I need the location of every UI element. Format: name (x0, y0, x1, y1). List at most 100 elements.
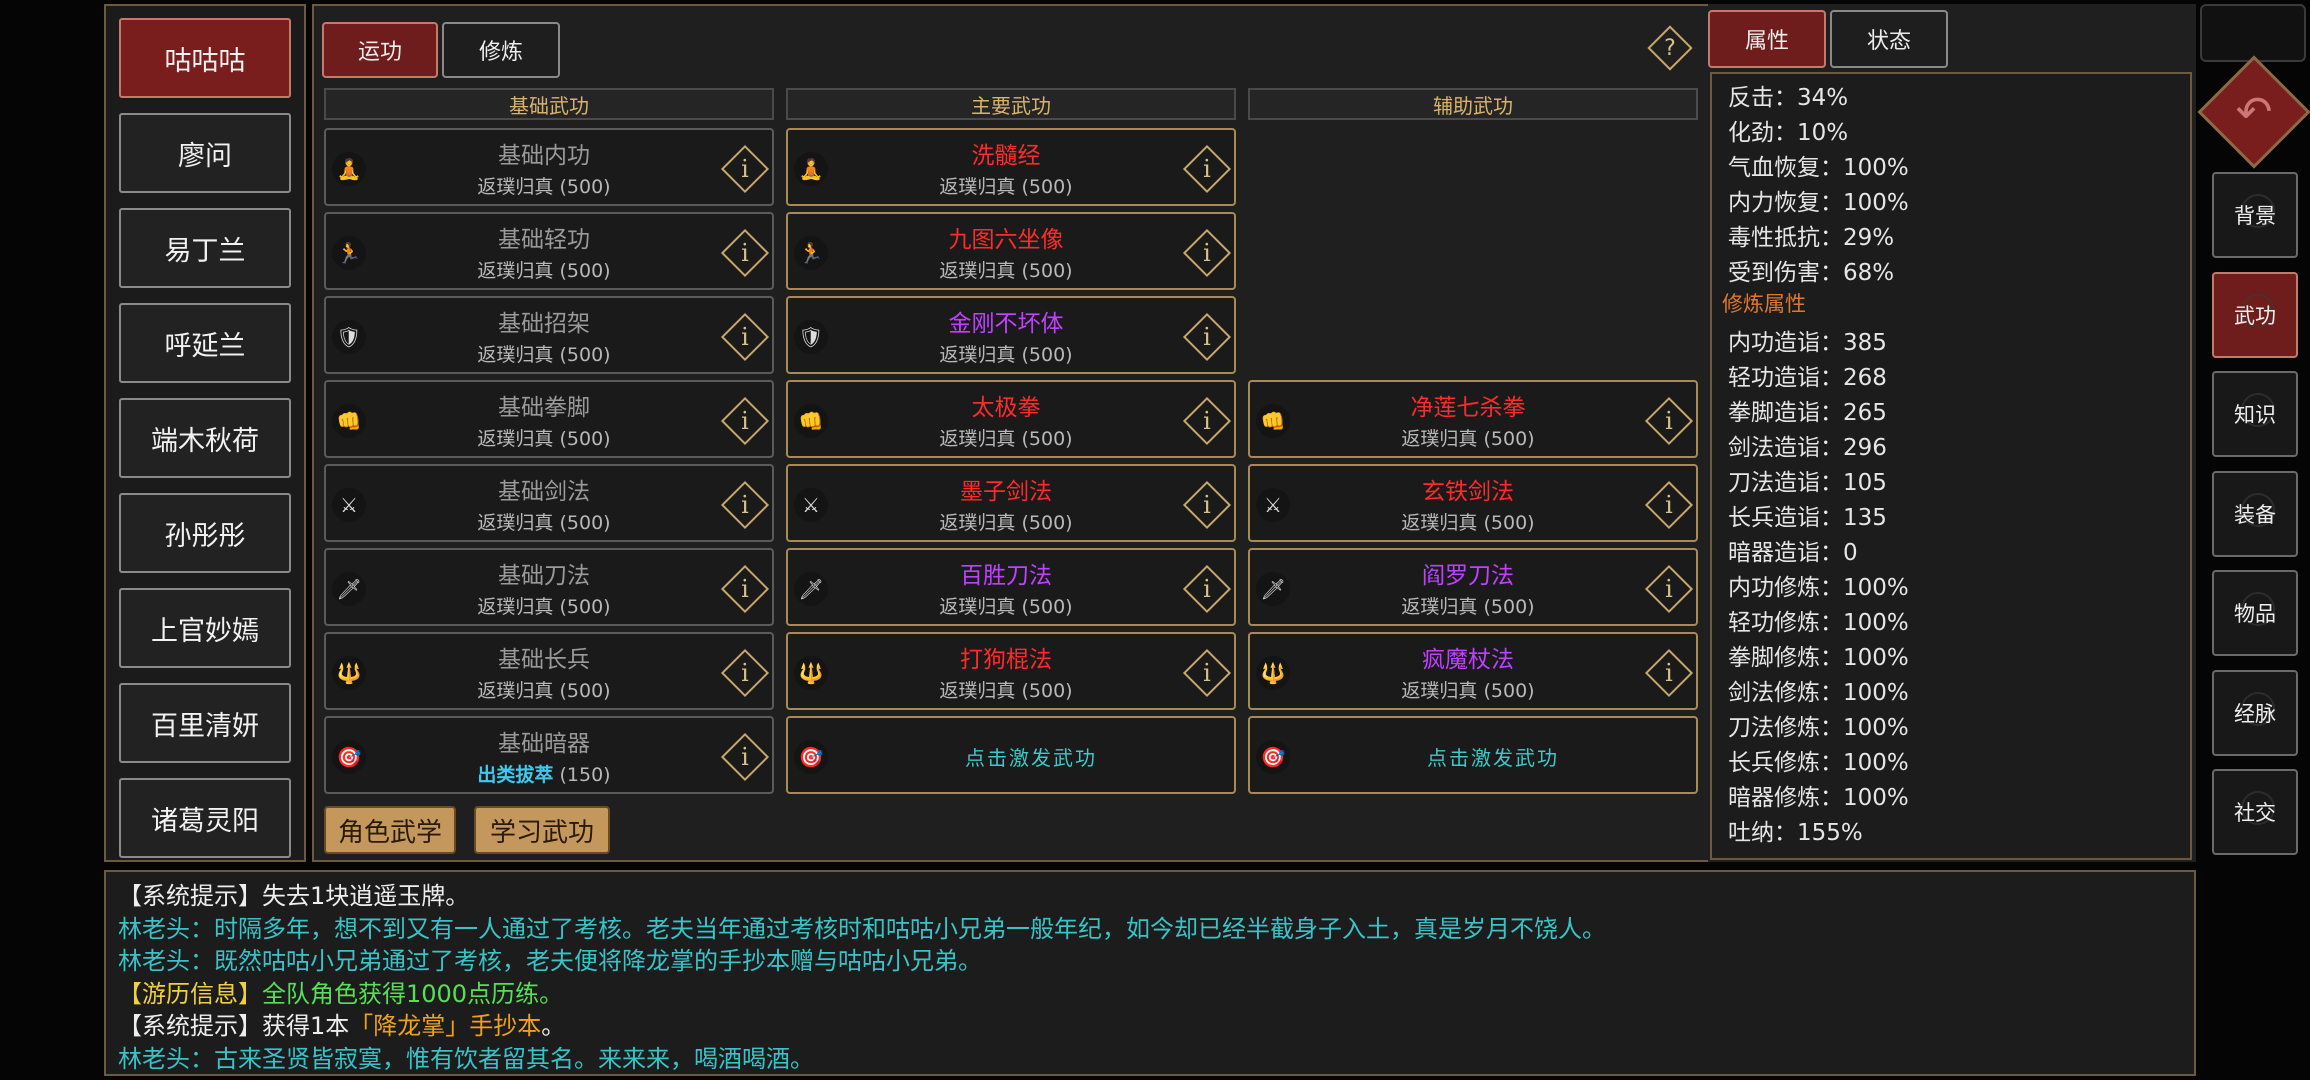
skill-name: 九图六坐像 (948, 227, 1064, 253)
info-button[interactable]: i (1182, 648, 1232, 698)
nav-label: 武功 (2234, 303, 2276, 328)
skill-level: 返璞归真 (500) (939, 596, 1073, 618)
log-line: 【系统提示】获得1本「降龙掌」手抄本。 (118, 1012, 566, 1040)
skill-icon: 👊 (1256, 404, 1290, 438)
character-tab[interactable]: 呼延兰 (119, 303, 291, 383)
log-line: 【游历信息】全队角色获得1000点历练。 (118, 979, 564, 1008)
skill-level: 返璞归真 (500) (477, 176, 611, 198)
skill-card[interactable]: ⚔ 墨子剑法 返璞归真 (500) i (786, 464, 1236, 542)
skill-icon: 🛡 (332, 320, 366, 354)
info-button[interactable]: i (1182, 396, 1232, 446)
character-tab[interactable]: 孙彤彤 (119, 493, 291, 573)
skill-name: 基础暗器 (498, 731, 590, 757)
info-icon: i (1203, 491, 1211, 519)
help-button[interactable]: ? (1647, 25, 1693, 71)
attribute-line: 拳脚修炼：100% (1728, 645, 1909, 671)
info-button[interactable]: i (1644, 648, 1694, 698)
nav-label: 社交 (2234, 801, 2276, 825)
info-button[interactable]: i (720, 564, 770, 614)
info-button[interactable]: i (720, 312, 770, 362)
skill-icon: 🗡 (332, 572, 366, 606)
skill-level: 返璞归真 (500) (477, 260, 611, 282)
attribute-line: 轻功造诣：268 (1728, 365, 1887, 391)
skill-icon: 🔱 (1256, 656, 1290, 690)
skill-card[interactable]: 🎯 点击激发武功 (786, 716, 1236, 794)
back-button[interactable]: ↶ (2197, 55, 2310, 169)
skill-card[interactable]: 🔱 基础长兵 返璞归真 (500) i (324, 632, 774, 710)
attribute-list[interactable]: 反击：34% 化劲：10% 气血恢复：100% 内力恢复：100% 毒性抵抗：29% 受到… (1710, 72, 2192, 860)
skill-card[interactable]: 🧘 基础内功 返璞归真 (500) i (324, 128, 774, 206)
character-tab[interactable]: 上官妙嫣 (119, 588, 291, 668)
skill-icon: 🗡 (794, 572, 828, 606)
skill-card[interactable]: ⚔ 基础剑法 返璞归真 (500) i (324, 464, 774, 542)
skill-card[interactable]: 🏃 九图六坐像 返璞归真 (500) i (786, 212, 1236, 290)
attribute-line: 长兵修炼：100% (1728, 750, 1909, 776)
skill-card[interactable]: 🔱 打狗棍法 返璞归真 (500) i (786, 632, 1236, 710)
info-button[interactable]: i (1182, 228, 1232, 278)
skill-card[interactable]: 👊 太极拳 返璞归真 (500) i (786, 380, 1236, 458)
skill-card[interactable]: 🧘 洗髓经 返璞归真 (500) i (786, 128, 1236, 206)
info-button[interactable]: i (1182, 480, 1232, 530)
info-button[interactable]: i (1182, 144, 1232, 194)
skill-name: 打狗棍法 (960, 647, 1052, 673)
character-tab[interactable]: 端木秋荷 (119, 398, 291, 478)
skill-card[interactable]: 🔱 疯魔杖法 返璞归真 (500) i (1248, 632, 1698, 710)
skill-card[interactable]: 👊 净莲七杀拳 返璞归真 (500) i (1248, 380, 1698, 458)
tab-yungong[interactable]: 运功 (322, 22, 438, 78)
skill-icon: 🏃 (332, 236, 366, 270)
info-button[interactable]: i (720, 480, 770, 530)
column-header-aux: 辅助武功 (1248, 88, 1698, 120)
learn-martial-button[interactable]: 学习武功 (474, 806, 610, 854)
character-tab[interactable]: 百里清妍 (119, 683, 291, 763)
info-button[interactable]: i (1182, 312, 1232, 362)
skill-card[interactable]: 🗡 阎罗刀法 返璞归真 (500) i (1248, 548, 1698, 626)
tab-xiulian[interactable]: 修炼 (442, 22, 560, 78)
info-button[interactable]: i (720, 648, 770, 698)
tab-attributes[interactable]: 属性 (1708, 10, 1826, 68)
nav-button[interactable]: 知识 (2212, 371, 2298, 457)
character-tab[interactable]: 咕咕咕 (119, 18, 291, 98)
skill-level: 返璞归真 (500) (939, 176, 1073, 198)
skill-card[interactable]: 🎯 基础暗器 出类拔萃 (150) i (324, 716, 774, 794)
nav-button[interactable]: 装备 (2212, 470, 2298, 557)
skill-card[interactable]: 🛡 基础招架 返璞归真 (500) i (324, 296, 774, 374)
skill-card[interactable]: 🗡 百胜刀法 返璞归真 (500) i (786, 548, 1236, 626)
info-button[interactable]: i (1644, 564, 1694, 614)
skill-card[interactable]: 🎯 点击激发武功 (1248, 716, 1698, 794)
info-icon: i (741, 743, 749, 771)
nav-button[interactable]: 武功 (2212, 271, 2298, 358)
attribute-line: 刀法修炼：100% (1728, 715, 1909, 741)
tab-status[interactable]: 状态 (1830, 10, 1948, 68)
skill-icon: 🏃 (794, 236, 828, 270)
info-button[interactable]: i (720, 396, 770, 446)
nav-label: 物品 (2234, 602, 2276, 626)
info-button[interactable]: i (720, 228, 770, 278)
skill-card[interactable]: ⚔ 玄铁剑法 返璞归真 (500) i (1248, 464, 1698, 542)
character-tab[interactable]: 廖问 (119, 113, 291, 193)
skill-icon: 🧘 (332, 152, 366, 186)
nav-button[interactable]: 经脉 (2212, 669, 2298, 756)
character-martial-button[interactable]: 角色武学 (324, 806, 456, 854)
attribute-line: 毒性抵抗：29% (1728, 225, 1895, 251)
nav-button[interactable]: 社交 (2212, 769, 2298, 855)
skill-name: 阎罗刀法 (1422, 563, 1514, 589)
nav-button[interactable]: 背景 (2212, 172, 2298, 258)
info-button[interactable]: i (1644, 480, 1694, 530)
skill-card[interactable]: 🛡 金刚不坏体 返璞归真 (500) i (786, 296, 1236, 374)
skill-card[interactable]: 👊 基础拳脚 返璞归真 (500) i (324, 380, 774, 458)
skill-level: 返璞归真 (500) (939, 512, 1073, 534)
skill-card[interactable]: 🏃 基础轻功 返璞归真 (500) i (324, 212, 774, 290)
info-button[interactable]: i (720, 144, 770, 194)
info-button[interactable]: i (720, 732, 770, 782)
skill-card[interactable]: 🗡 基础刀法 返璞归真 (500) i (324, 548, 774, 626)
info-icon: i (741, 575, 749, 603)
character-tab[interactable]: 诸葛灵阳 (119, 778, 291, 858)
info-icon: i (1203, 239, 1211, 267)
skill-name: 太极拳 (971, 395, 1041, 421)
character-tab[interactable]: 易丁兰 (119, 208, 291, 288)
skill-icon: ⚔ (1256, 488, 1290, 522)
log-line: 林老头：既然咕咕小兄弟通过了考核，老夫便将降龙掌的手抄本赠与咕咕小兄弟。 (118, 947, 982, 975)
info-button[interactable]: i (1644, 396, 1694, 446)
info-button[interactable]: i (1182, 564, 1232, 614)
nav-button[interactable]: 物品 (2212, 570, 2298, 656)
